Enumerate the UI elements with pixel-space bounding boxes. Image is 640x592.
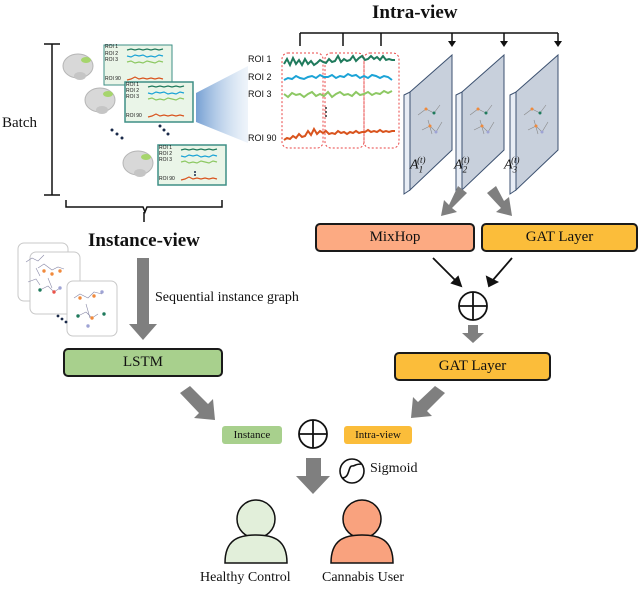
lstm-box: LSTM (63, 348, 223, 377)
gat-layer-box-2: GAT Layer (394, 352, 551, 381)
arrow-plus-to-gat2 (462, 325, 484, 343)
cannabis-user-icon (330, 499, 394, 564)
arrow-gat2-to-intra (411, 386, 445, 418)
flow-arrows (129, 186, 513, 564)
plus-circle-fusion (298, 419, 328, 449)
arrow-down-instance (129, 258, 157, 340)
arrow-to-gat1 (487, 186, 512, 216)
arrow-lstm-to-instance (180, 386, 215, 420)
sequential-instance-graph-label: Sequential instance graph (155, 290, 299, 305)
mixhop-box: MixHop (315, 223, 475, 252)
plus-circle-intra (458, 291, 488, 321)
gat-layer-box-1: GAT Layer (481, 223, 638, 252)
sigmoid-label: Sigmoid (370, 461, 418, 476)
intra-view-tag: Intra-view (344, 426, 412, 444)
cannabis-user-label: Cannabis User (322, 570, 405, 585)
healthy-control-label: Healthy Control (200, 570, 291, 585)
arrow-to-mixhop (441, 186, 467, 216)
sigmoid-icon (339, 458, 365, 484)
healthy-control-icon (224, 499, 288, 564)
instance-tag: Instance (222, 426, 282, 444)
arrow-to-output (296, 458, 330, 494)
